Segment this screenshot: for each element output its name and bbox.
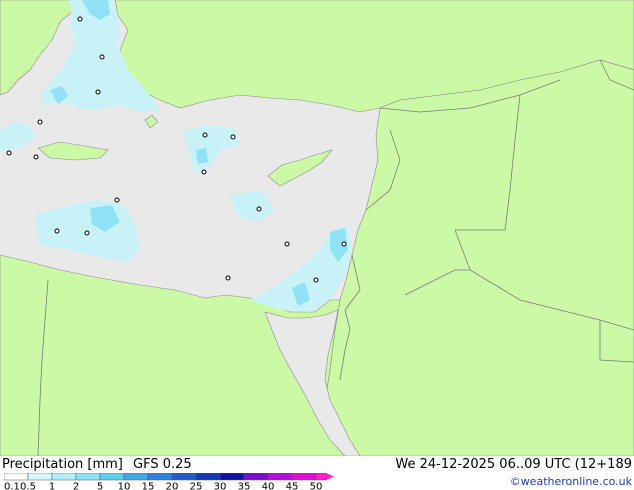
- city-marker: [202, 132, 208, 138]
- scale-swatch: [99, 473, 125, 481]
- credit-link[interactable]: ©weatheronline.co.uk: [510, 475, 632, 488]
- scale-tick-label: 1: [49, 482, 55, 490]
- scale-swatch: [4, 473, 29, 481]
- legend-bar: Precipitation [mm] GFS 0.25 We 24-12-202…: [0, 456, 634, 490]
- scale-tick-label: 2: [73, 482, 79, 490]
- scale-swatch: [75, 473, 101, 481]
- scale-tick-label: 0.5: [20, 482, 36, 490]
- city-marker: [201, 169, 207, 175]
- city-marker: [33, 154, 39, 160]
- city-marker: [54, 228, 60, 234]
- scale-arrow: [326, 473, 334, 480]
- scale-tick-label: 5: [97, 482, 103, 490]
- scale-tick-label: 15: [142, 482, 155, 490]
- scale-tick-label: 40: [262, 482, 275, 490]
- city-marker: [341, 241, 347, 247]
- title-text: Precipitation [mm]: [2, 457, 123, 472]
- city-marker: [77, 16, 83, 22]
- city-marker: [6, 150, 12, 156]
- scale-tick-label: 0.1: [4, 482, 20, 490]
- city-marker: [95, 89, 101, 95]
- city-marker: [313, 277, 319, 283]
- city-marker: [99, 54, 105, 60]
- scale-swatch: [27, 473, 53, 481]
- scale-swatch: [243, 473, 269, 481]
- scale-swatch: [219, 473, 245, 481]
- scale-tick-label: 25: [190, 482, 203, 490]
- map-title: Precipitation [mm] GFS 0.25: [2, 457, 192, 472]
- city-marker: [37, 119, 43, 125]
- scale-tick-label: 30: [214, 482, 227, 490]
- scale-swatch: [147, 473, 173, 481]
- city-marker: [230, 134, 236, 140]
- scale-tick-label: 45: [286, 482, 299, 490]
- city-marker: [225, 275, 231, 281]
- scale-swatch: [51, 473, 77, 481]
- precipitation-map: [0, 0, 634, 456]
- scale-swatch: [123, 473, 149, 481]
- scale-swatch: [315, 473, 327, 481]
- city-marker: [256, 206, 262, 212]
- precip-turkey-south-core: [196, 148, 208, 164]
- scale-swatch: [267, 473, 293, 481]
- scale-tick-label: 50: [310, 482, 323, 490]
- scale-tick-label: 20: [166, 482, 179, 490]
- scale-tick-label: 35: [238, 482, 251, 490]
- city-marker: [84, 230, 90, 236]
- scale-swatch: [171, 473, 197, 481]
- color-scale: 0.1 0.5 1 2 5 10 15 20 25 30 35 40 45 50: [4, 473, 334, 490]
- scale-tick-label: 10: [118, 482, 131, 490]
- scale-swatch: [195, 473, 221, 481]
- scale-swatch: [291, 473, 317, 481]
- city-marker: [114, 197, 120, 203]
- model-text: GFS 0.25: [133, 457, 192, 472]
- city-marker: [284, 241, 290, 247]
- valid-time: We 24-12-2025 06..09 UTC (12+189: [395, 457, 632, 472]
